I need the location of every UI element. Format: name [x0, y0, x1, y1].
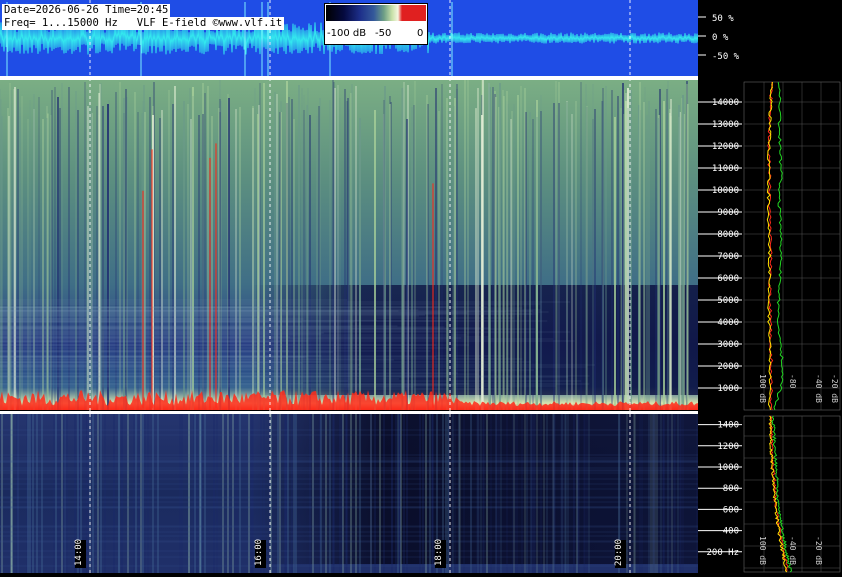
time-label: 18:00: [434, 539, 444, 566]
spectrum-wide-frame: [743, 81, 841, 411]
color-scale-label-max: 0: [417, 28, 424, 39]
color-scale-label-min: -100 dB: [327, 28, 367, 39]
spectrum-wide-tick-label: -20 dB: [830, 374, 839, 403]
freq-tick-label-low: 800: [723, 484, 739, 494]
vlf-chart: 1400013000120001100010000900080007000600…: [0, 0, 842, 573]
freq-tick-label-low: 1000: [717, 463, 739, 473]
spectrum-wide-tick-label: 100 dB: [758, 374, 767, 403]
spectrum-plot-wide: 100 dB -80 -40 dB -20 dB: [743, 81, 841, 411]
color-scale-legend: -100 dB -50 0: [324, 3, 428, 45]
date-time-label: Date=2026-06-26 Time=20:45: [2, 4, 171, 17]
freq-tick-label-wide: 9000: [717, 208, 739, 218]
waveform-tick-label: 0 %: [712, 33, 729, 43]
spectrum-plot-low: 100 dB -40 dB -20 dB: [743, 415, 841, 573]
freq-tick-label-wide: 1000: [717, 384, 739, 394]
waveform-tick-label: 50 %: [712, 14, 734, 24]
spectrum-wide-tick-label: -40 dB: [814, 374, 823, 403]
spectrum-low-tick-label: 100 dB: [758, 536, 767, 565]
freq-tick-label-wide: 6000: [717, 274, 739, 284]
freq-tick-label-low: 1400: [717, 421, 739, 431]
spectrum-low-tick-label: -20 dB: [814, 536, 823, 565]
waveform-separator: [0, 76, 698, 80]
time-label: 20:00: [614, 539, 624, 566]
freq-tick-label-wide: 14000: [712, 98, 739, 108]
vlf-spectrogram-display: 14000 13000 12000 11000 10000 9000 8000 7000 600…: [0, 0, 842, 573]
freq-tick-label-wide: 13000: [712, 120, 739, 130]
freq-tick-label-wide: 7000: [717, 252, 739, 262]
freq-tick-label-wide: 2000: [717, 362, 739, 372]
freq-tick-label-low: 1200: [717, 442, 739, 452]
freq-tick-label-wide: 3000: [717, 340, 739, 350]
freq-tick-label-wide: 12000: [712, 142, 739, 152]
freq-tick-label-wide: 4000: [717, 318, 739, 328]
freq-tick-label-wide: 8000: [717, 230, 739, 240]
time-label: 14:00: [74, 539, 84, 566]
spectrum-wide-tick-label: -80: [788, 374, 797, 389]
freq-tick-label-wide: 5000: [717, 296, 739, 306]
freq-tick-label-low: 600: [723, 505, 739, 515]
frequency-range-label: Freq= 1...15000 Hz VLF E-field ©www.vlf.…: [2, 17, 285, 30]
freq-tick-label-wide: 10000: [712, 186, 739, 196]
freq-tick-label-wide: 11000: [712, 164, 739, 174]
spectrum-low-tick-label: -40 dB: [788, 536, 797, 565]
waveform-tick-label: -50 %: [712, 52, 740, 62]
time-label: 16:00: [254, 539, 264, 566]
color-scale-label-mid: -50: [375, 28, 392, 39]
freq-tick-label-low: 400: [723, 527, 739, 537]
freq-tick-label-low: 200 Hz: [706, 548, 739, 558]
color-scale-bar: [326, 5, 426, 21]
spectrogram-separator: [0, 411, 698, 414]
